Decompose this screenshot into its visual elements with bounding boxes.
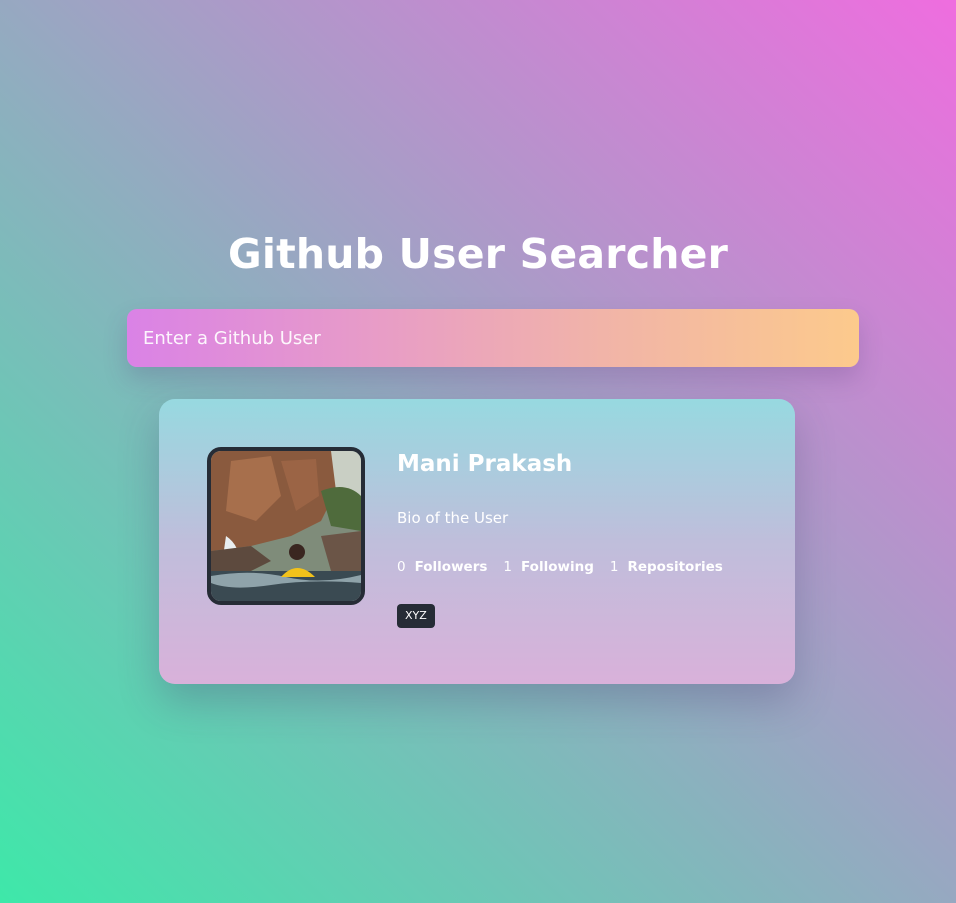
- repositories-label: Repositories: [627, 559, 723, 575]
- following-count: 1: [503, 559, 512, 575]
- user-stats: 0 Followers 1 Following 1 Repositories: [397, 556, 739, 578]
- followers-count: 0: [397, 559, 406, 575]
- user-bio: Bio of the User: [397, 509, 509, 527]
- avatar: [207, 447, 365, 605]
- stat-followers: 0 Followers: [397, 559, 487, 575]
- page-title: Github User Searcher: [227, 230, 729, 278]
- user-name: Mani Prakash: [397, 451, 573, 477]
- followers-label: Followers: [414, 559, 488, 575]
- stat-repositories: 1 Repositories: [610, 559, 723, 575]
- user-card: Mani Prakash Bio of the User 0 Followers…: [159, 399, 795, 684]
- repositories-count: 1: [609, 559, 619, 575]
- following-label: Following: [521, 559, 594, 575]
- stat-following: 1 Following: [503, 559, 593, 575]
- search-input[interactable]: [127, 309, 859, 367]
- avatar-photo: [211, 451, 361, 601]
- repo-link[interactable]: XYZ: [397, 604, 435, 628]
